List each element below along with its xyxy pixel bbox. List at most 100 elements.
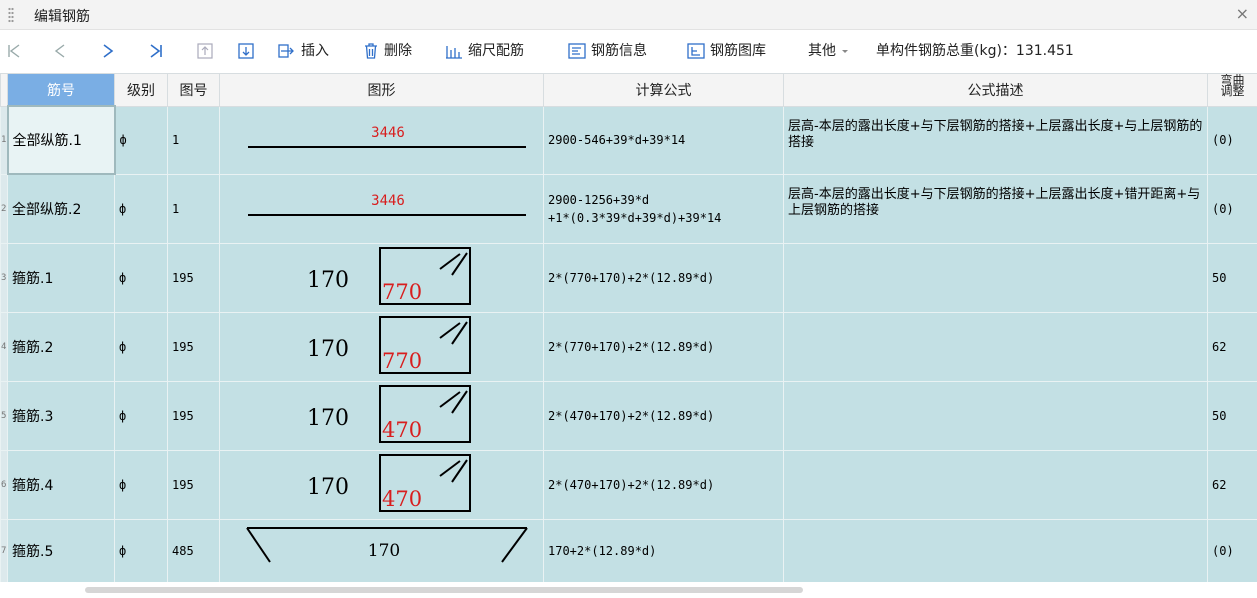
formula-cell[interactable]: 2*(770+170)+2*(12.89*d)	[543, 242, 784, 313]
bend-adjust-cell[interactable]: 62	[1207, 449, 1257, 520]
formula-line: 170+2*(12.89*d)	[548, 543, 657, 558]
row-index: 1	[0, 105, 8, 175]
prev-record-button[interactable]	[52, 40, 68, 62]
other-menu[interactable]: 其他	[808, 40, 850, 62]
table-row[interactable]: 3 箍筋.1 ф 195 170 770 2*(770+170)+2*(12.89*d) 50	[0, 242, 1257, 313]
table-row[interactable]: 1 全部纵筋.1 ф 1 3446 2900-546+39*d+39*14 层高-本层的露出…	[0, 105, 1257, 175]
formula-cell[interactable]: 2900-1256+39*d +1*(0.3*39*d+39*d)+39*14	[543, 173, 784, 244]
table-row[interactable]: 7 箍筋.5 ф 485 170 170+2*(12.89*d) (0)	[0, 518, 1257, 582]
horizontal-scrollbar[interactable]	[85, 587, 803, 593]
shape-cell[interactable]: 3446	[219, 173, 544, 244]
formula-cell[interactable]: 2*(470+170)+2*(12.89*d)	[543, 449, 784, 520]
rebar-name-cell[interactable]: 全部纵筋.2	[7, 173, 115, 244]
rebar-name-cell[interactable]: 箍筋.1	[7, 242, 115, 313]
bend-adjust-cell[interactable]: (0)	[1207, 173, 1257, 244]
insert-label: 插入	[301, 43, 329, 59]
formula-desc-cell[interactable]: 层高-本层的露出长度+与下层钢筋的搭接+上层露出长度+与上层钢筋的搭接	[783, 105, 1208, 175]
rebar-name-cell[interactable]: 箍筋.4	[7, 449, 115, 520]
stirrup-inner-label: 770	[382, 280, 422, 304]
bend-adjust-cell[interactable]: 62	[1207, 311, 1257, 382]
move-down-button[interactable]	[237, 40, 255, 62]
drag-handle-icon[interactable]	[8, 7, 14, 23]
figure-no-cell[interactable]: 1	[167, 105, 220, 175]
figure-no-cell[interactable]: 195	[167, 380, 220, 451]
bend-adjust-cell[interactable]: 50	[1207, 242, 1257, 313]
column-header-formula[interactable]: 计算公式	[543, 73, 784, 107]
formula-desc-cell[interactable]	[783, 242, 1208, 313]
library-icon	[687, 43, 705, 59]
grade-cell[interactable]: ф	[114, 380, 168, 451]
shape-cell[interactable]: 170	[219, 518, 544, 582]
corner-cell[interactable]	[0, 73, 8, 107]
bend-adjust-cell[interactable]: (0)	[1207, 105, 1257, 175]
formula-line: +1*(0.3*39*d+39*d)+39*14	[548, 210, 722, 225]
rebar-library-button[interactable]: 钢筋图库	[686, 40, 766, 62]
formula-cell[interactable]: 2*(470+170)+2*(12.89*d)	[543, 380, 784, 451]
arrow-down-icon	[238, 43, 254, 59]
move-up-button[interactable]	[196, 40, 214, 62]
rebar-info-button[interactable]: 钢筋信息	[567, 40, 647, 62]
formula-desc-cell[interactable]	[783, 449, 1208, 520]
scale-rebar-button[interactable]: 缩尺配筋	[444, 40, 524, 62]
shape-cell[interactable]: 3446	[219, 105, 544, 175]
figure-no-cell[interactable]: 195	[167, 242, 220, 313]
stirrup-side-label: 170	[307, 406, 349, 431]
stirrup-shape: 170 470	[307, 385, 471, 443]
shape-cell[interactable]: 170 770	[219, 242, 544, 313]
shape-cell[interactable]: 170 770	[219, 311, 544, 382]
toolbar: 插入 删除 缩尺配筋 钢筋信息 钢筋图库 其他 单构件钢筋总重(kg)：131.…	[0, 30, 1257, 73]
column-header-bend[interactable]: 弯曲调整	[1207, 73, 1257, 107]
shape-length-label: 3446	[371, 193, 405, 209]
insert-icon	[278, 44, 294, 58]
formula-cell[interactable]: 2*(770+170)+2*(12.89*d)	[543, 311, 784, 382]
formula-cell[interactable]: 2900-546+39*d+39*14	[543, 105, 784, 175]
rebar-name-cell[interactable]: 箍筋.5	[7, 518, 115, 582]
grade-cell[interactable]: ф	[114, 449, 168, 520]
window-title: 编辑钢筋	[34, 9, 90, 25]
column-header-fig[interactable]: 图号	[167, 73, 220, 107]
close-icon[interactable]: ×	[1236, 4, 1249, 23]
formula-desc-cell[interactable]: 层高-本层的露出长度+与下层钢筋的搭接+上层露出长度+错开距离+与上层钢筋的搭接	[783, 173, 1208, 244]
grade-cell[interactable]: ф	[114, 105, 168, 175]
first-record-button[interactable]	[6, 40, 22, 62]
bend-adjust-cell[interactable]: 50	[1207, 380, 1257, 451]
column-header-grade[interactable]: 级别	[114, 73, 168, 107]
stirrup-shape: 170 770	[307, 247, 471, 305]
grade-cell[interactable]: ф	[114, 518, 168, 582]
formula-desc-cell[interactable]	[783, 518, 1208, 582]
stirrup-shape: 170 470	[307, 454, 471, 512]
rebar-name-cell[interactable]: 箍筋.2	[7, 311, 115, 382]
figure-no-cell[interactable]: 485	[167, 518, 220, 582]
table-row[interactable]: 5 箍筋.3 ф 195 170 470 2*(470+170)+2*(12.89*d) 50	[0, 380, 1257, 451]
table-row[interactable]: 4 箍筋.2 ф 195 170 770 2*(770+170)+2*(12.89*d) 62	[0, 311, 1257, 382]
insert-button[interactable]: 插入	[277, 40, 329, 62]
grade-cell[interactable]: ф	[114, 173, 168, 244]
column-header-desc[interactable]: 公式描述	[783, 73, 1208, 107]
grade-cell[interactable]: ф	[114, 311, 168, 382]
prev-record-icon	[54, 44, 65, 58]
figure-no-cell[interactable]: 195	[167, 311, 220, 382]
table-header-row: 筋号 级别 图号 图形 计算公式 公式描述 弯曲调整	[0, 73, 1257, 107]
figure-no-cell[interactable]: 1	[167, 173, 220, 244]
grade-cell[interactable]: ф	[114, 242, 168, 313]
next-record-button[interactable]	[100, 40, 116, 62]
formula-cell[interactable]: 170+2*(12.89*d)	[543, 518, 784, 582]
figure-no-cell[interactable]: 195	[167, 449, 220, 520]
total-weight-label: 单构件钢筋总重(kg)：131.451	[876, 43, 1074, 59]
formula-line: 2900-546+39*d+39*14	[548, 133, 686, 147]
shape-cell[interactable]: 170 470	[219, 380, 544, 451]
column-header-shape[interactable]: 图形	[219, 73, 544, 107]
last-record-button[interactable]	[148, 40, 164, 62]
rebar-name-cell[interactable]: 箍筋.3	[7, 380, 115, 451]
table-row[interactable]: 6 箍筋.4 ф 195 170 470 2*(470+170)+2*(12.89*d) 62	[0, 449, 1257, 520]
column-header-no[interactable]: 筋号	[7, 73, 115, 107]
table-row[interactable]: 2 全部纵筋.2 ф 1 3446 2900-1256+39*d +1*(0.3*39*d+…	[0, 173, 1257, 244]
rebar-info-label: 钢筋信息	[591, 43, 647, 59]
bend-adjust-cell[interactable]: (0)	[1207, 518, 1257, 582]
ruler-icon	[446, 46, 462, 59]
formula-desc-cell[interactable]	[783, 380, 1208, 451]
delete-button[interactable]: 删除	[362, 40, 412, 62]
shape-cell[interactable]: 170 470	[219, 449, 544, 520]
rebar-name-cell[interactable]: 全部纵筋.1	[6, 105, 116, 175]
formula-desc-cell[interactable]	[783, 311, 1208, 382]
